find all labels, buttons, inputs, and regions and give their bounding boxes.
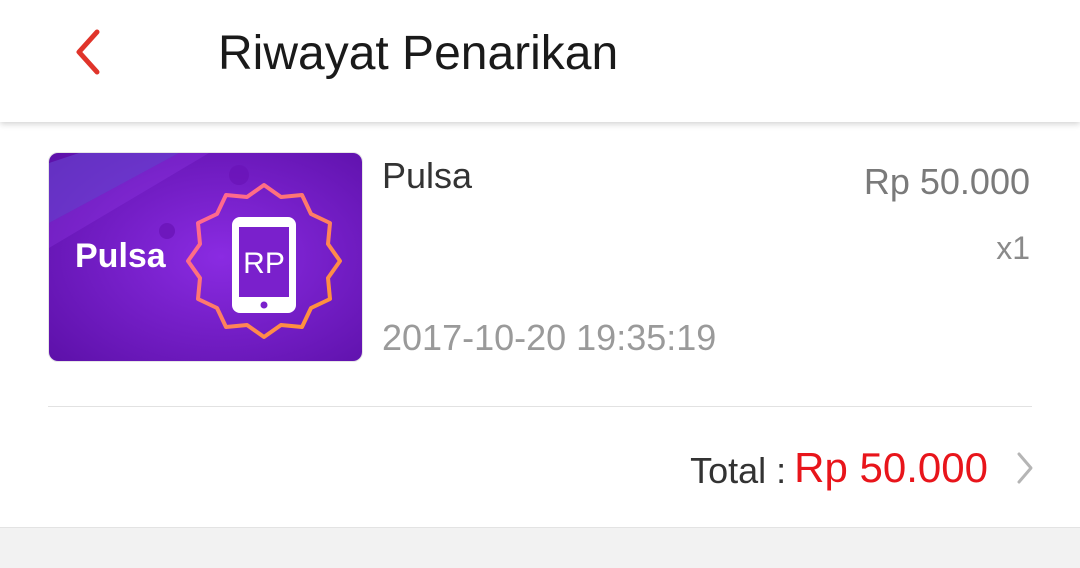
product-name: Pulsa <box>382 155 473 196</box>
order-card[interactable]: RP Pulsa Pulsa Rp 50.000 x1 2017-10-20 1… <box>0 122 1080 527</box>
pulsa-banner-image: RP Pulsa <box>49 153 362 361</box>
total-value: Rp 50.000 <box>794 444 988 491</box>
phone-badge-text: RP <box>243 247 285 280</box>
page-title: Riwayat Penarikan <box>218 27 619 80</box>
transaction-datetime: 2017-10-20 19:35:19 <box>382 317 717 358</box>
footer-strip <box>0 527 1080 568</box>
product-thumbnail: RP Pulsa <box>48 152 363 362</box>
total-label: Total : <box>690 450 787 491</box>
item-price: Rp 50.000 <box>863 161 1030 202</box>
item-quantity: x1 <box>996 230 1030 266</box>
chevron-left-icon <box>76 29 100 75</box>
chevron-right-icon <box>1016 451 1034 485</box>
thumbnail-label: Pulsa <box>75 237 167 275</box>
app-header: Riwayat Penarikan <box>0 0 1080 122</box>
total-row[interactable]: Total : Rp 50.000 <box>690 438 1034 498</box>
divider <box>48 406 1032 407</box>
back-button[interactable] <box>58 22 118 82</box>
